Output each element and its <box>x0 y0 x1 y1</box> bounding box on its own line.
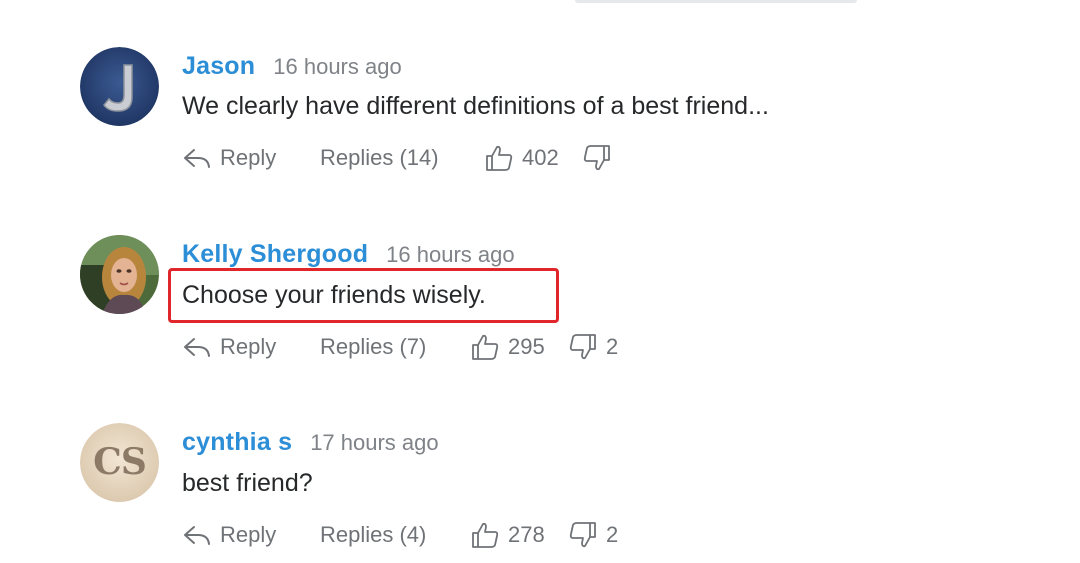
replies-button[interactable]: Replies (7) <box>320 331 426 363</box>
reply-arrow-icon <box>184 338 210 357</box>
comment-actions: Reply Replies (4) 278 2 <box>182 519 882 551</box>
like-count: 278 <box>508 522 545 547</box>
photo-avatar-icon <box>80 235 159 314</box>
thumbs-up-icon <box>472 334 499 360</box>
comment-text: best friend? <box>182 469 313 497</box>
avatar[interactable]: CS <box>80 423 159 502</box>
reply-button[interactable]: Reply <box>182 142 276 174</box>
author-name[interactable]: cynthia s <box>182 428 292 456</box>
timestamp: 16 hours ago <box>386 242 515 267</box>
letter-j-avatar-icon <box>80 47 159 126</box>
reply-arrow-icon <box>184 526 210 545</box>
avatar[interactable] <box>80 47 159 126</box>
comment-cynthia-s: CS cynthia s 17 hours ago best friend? Re… <box>0 376 1080 548</box>
author-name[interactable]: Jason <box>182 52 255 80</box>
thumbs-down-icon <box>569 522 596 548</box>
dislike-button[interactable] <box>582 142 620 174</box>
reply-label: Reply <box>220 334 277 359</box>
like-button[interactable]: 295 <box>470 331 545 363</box>
avatar[interactable] <box>80 235 159 314</box>
like-count: 402 <box>522 145 559 170</box>
comment-header: Jason 16 hours ago <box>182 52 402 81</box>
dislike-count: 2 <box>606 334 619 359</box>
timestamp: 17 hours ago <box>310 430 439 455</box>
reply-label: Reply <box>220 145 277 170</box>
reply-button[interactable]: Reply <box>182 331 276 363</box>
replies-button[interactable]: Replies (14) <box>320 142 439 174</box>
highlight-box <box>168 268 559 323</box>
reply-button[interactable]: Reply <box>182 519 276 551</box>
dislike-button[interactable]: 2 <box>568 331 618 363</box>
thumbs-up-icon <box>486 145 513 171</box>
comment-jason: Jason 16 hours ago We clearly have differ… <box>0 0 1080 171</box>
replies-label: Replies (4) <box>320 522 427 547</box>
like-button[interactable]: 278 <box>470 519 545 551</box>
thumbs-down-icon <box>583 145 610 171</box>
reply-label: Reply <box>220 522 277 547</box>
comment-actions: Reply Replies (7) 295 2 <box>182 331 882 363</box>
avatar-initials: CS <box>93 441 147 483</box>
replies-button[interactable]: Replies (4) <box>320 519 426 551</box>
comment-header: Kelly Shergood 16 hours ago <box>182 240 515 269</box>
author-name[interactable]: Kelly Shergood <box>182 240 368 268</box>
timestamp: 16 hours ago <box>273 54 402 79</box>
dislike-button[interactable]: 2 <box>568 519 618 551</box>
like-count: 295 <box>508 334 545 359</box>
thumbs-down-icon <box>569 334 596 360</box>
comment-header: cynthia s 17 hours ago <box>182 428 439 457</box>
thumbs-up-icon <box>472 522 499 548</box>
comment-actions: Reply Replies (14) 402 <box>182 142 882 174</box>
reply-arrow-icon <box>184 149 210 168</box>
comment-text: We clearly have different definitions of… <box>182 92 769 120</box>
like-button[interactable]: 402 <box>484 142 559 174</box>
dislike-count: 2 <box>606 522 619 547</box>
replies-label: Replies (7) <box>320 334 427 359</box>
replies-label: Replies (14) <box>320 145 439 170</box>
